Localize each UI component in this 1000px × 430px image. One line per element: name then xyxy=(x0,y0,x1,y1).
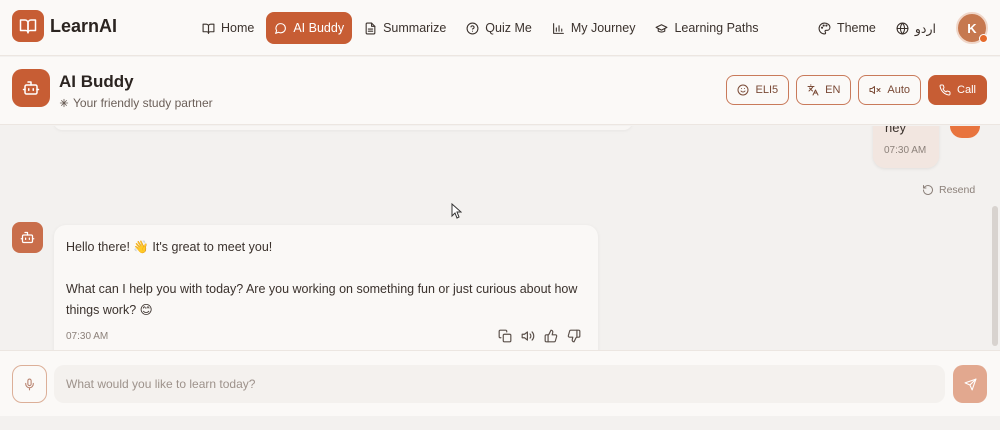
nav-item-quiz-me[interactable]: Quiz Me xyxy=(458,12,540,44)
chat-bubble-icon xyxy=(275,22,287,34)
bot-message-bubble: Hello there! 👋 It's great to meet you! W… xyxy=(54,225,598,350)
auto-speak-button[interactable]: Auto xyxy=(858,75,922,105)
eli5-button[interactable]: ELI5 xyxy=(726,75,790,105)
avatar-initial: K xyxy=(967,20,977,36)
logo-book-icon[interactable] xyxy=(12,10,44,42)
message-input[interactable] xyxy=(54,365,945,403)
top-navigation: LearnAI Home AI Buddy Summarize Quiz Me … xyxy=(0,0,1000,56)
book-open-icon xyxy=(202,23,215,34)
language-label: اردو xyxy=(914,21,936,36)
bot-message-line: What can I help you with today? Are you … xyxy=(66,282,578,317)
copy-icon[interactable] xyxy=(498,329,512,343)
nav-item-label: Learning Paths xyxy=(674,21,759,35)
nav-item-summarize[interactable]: Summarize xyxy=(356,12,454,44)
graduation-cap-icon xyxy=(655,23,668,33)
user-message-bubble: hey 07:30 AM xyxy=(873,126,939,168)
theme-button[interactable]: Theme xyxy=(818,12,876,44)
previous-message-bubble xyxy=(54,126,632,130)
user-avatar[interactable]: K xyxy=(956,12,988,44)
nav-menu: Home AI Buddy Summarize Quiz Me My Journ… xyxy=(194,12,767,44)
chat-subtitle-text: Your friendly study partner xyxy=(73,96,213,110)
rotate-ccw-icon xyxy=(923,185,933,195)
language-toggle-button[interactable]: EN xyxy=(796,75,852,105)
nav-item-label: Summarize xyxy=(383,21,447,35)
user-message-text: hey xyxy=(885,126,906,135)
bar-chart-icon xyxy=(552,22,564,34)
bottom-strip xyxy=(0,416,1000,430)
bot-icon xyxy=(12,69,50,107)
nav-item-ai-buddy[interactable]: AI Buddy xyxy=(266,12,353,44)
resend-label: Resend xyxy=(939,184,976,196)
nav-item-my-journey[interactable]: My Journey xyxy=(544,12,644,44)
nav-item-learning-paths[interactable]: Learning Paths xyxy=(647,12,766,44)
language-button[interactable]: اردو xyxy=(896,12,936,44)
palette-icon xyxy=(818,22,831,34)
message-scrollbar[interactable] xyxy=(992,206,998,346)
language-toggle-label: EN xyxy=(825,84,841,96)
bot-icon xyxy=(20,231,35,244)
mouse-cursor-icon xyxy=(451,203,462,219)
user-message-time: 07:30 AM xyxy=(884,145,927,156)
chat-subtitle: Your friendly study partner xyxy=(59,96,213,110)
sparkle-icon xyxy=(59,98,69,108)
composer xyxy=(0,350,1000,416)
bot-message-avatar xyxy=(12,222,43,253)
app-name[interactable]: LearnAI xyxy=(50,16,117,37)
chat-header: AI Buddy Your friendly study partner ELI… xyxy=(0,57,1000,125)
smile-icon xyxy=(737,84,749,96)
user-message-avatar xyxy=(950,126,980,138)
globe-icon xyxy=(896,22,909,34)
nav-item-label: AI Buddy xyxy=(293,21,345,35)
send-icon xyxy=(964,378,976,390)
microphone-button[interactable] xyxy=(12,365,47,403)
eli5-label: ELI5 xyxy=(755,84,779,96)
bot-message-line: Hello there! 👋 It's great to meet you! xyxy=(66,240,273,254)
speaker-icon[interactable] xyxy=(521,329,535,343)
resend-button[interactable]: Resend xyxy=(922,184,975,196)
nav-right-group: Theme اردو K xyxy=(818,10,988,46)
bot-message-actions xyxy=(498,329,581,343)
nav-item-label: Quiz Me xyxy=(485,21,532,35)
send-button[interactable] xyxy=(953,365,987,403)
nav-item-label: My Journey xyxy=(570,21,636,35)
auto-speak-label: Auto xyxy=(887,84,911,96)
thumbs-up-icon[interactable] xyxy=(544,329,558,343)
phone-icon xyxy=(939,84,951,96)
chat-title: AI Buddy xyxy=(59,72,134,91)
document-icon xyxy=(365,22,376,34)
bot-message-time: 07:30 AM xyxy=(66,331,109,342)
translate-icon xyxy=(807,84,819,96)
microphone-icon xyxy=(25,378,34,390)
message-list[interactable]: hey 07:30 AM Resend Hello there! 👋 It's … xyxy=(0,126,1000,350)
call-label: Call xyxy=(957,84,976,96)
online-status-dot xyxy=(979,34,988,43)
nav-item-label: Home xyxy=(221,21,255,35)
help-circle-icon xyxy=(466,22,479,34)
nav-item-home[interactable]: Home xyxy=(194,12,262,44)
chat-header-actions: ELI5 EN Auto Call xyxy=(726,75,987,105)
thumbs-down-icon[interactable] xyxy=(567,329,581,343)
volume-mute-icon xyxy=(869,86,881,94)
call-button[interactable]: Call xyxy=(928,75,987,105)
theme-label: Theme xyxy=(836,21,876,35)
bot-message-text: Hello there! 👋 It's great to meet you! W… xyxy=(66,237,586,321)
